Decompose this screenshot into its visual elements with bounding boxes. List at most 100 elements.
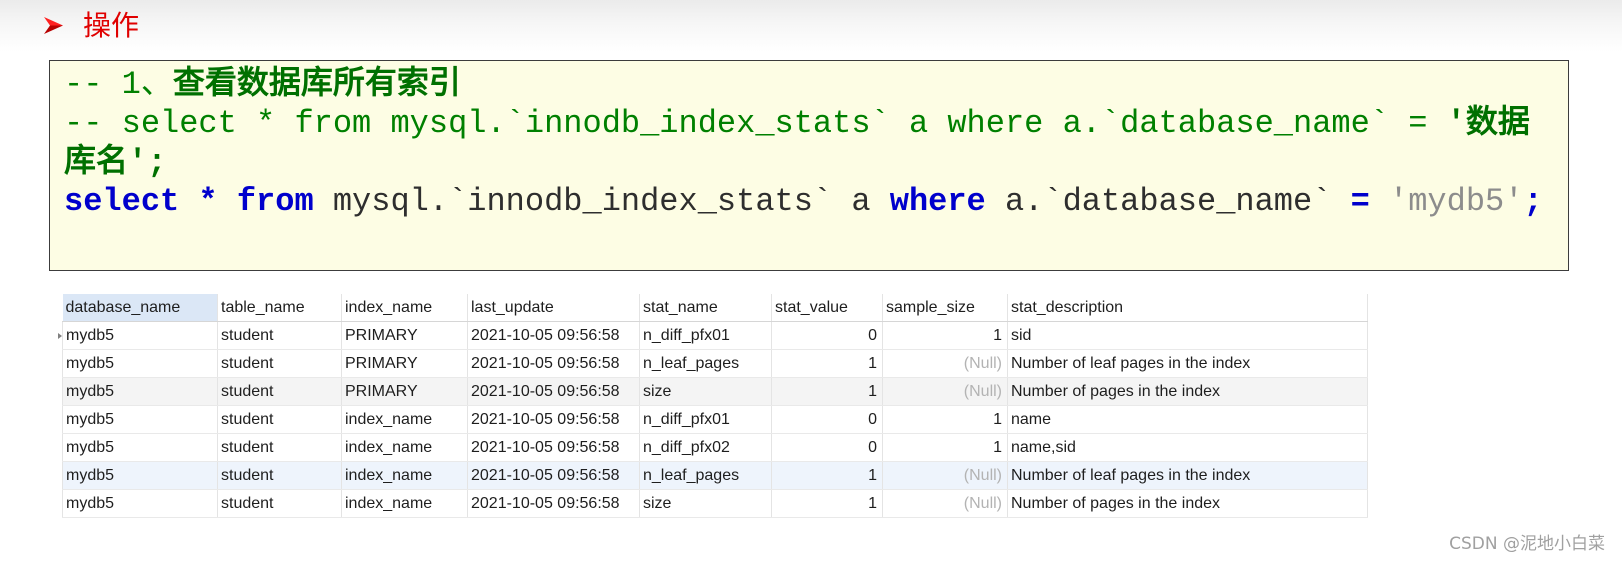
column-header-stat-value[interactable]: stat_value (771, 294, 883, 322)
cell-database-name[interactable]: mydb5 (62, 461, 218, 490)
cell-table-name[interactable]: student (217, 321, 342, 350)
cell-database-name[interactable]: mydb5 (62, 433, 218, 462)
arrow-bullet-icon (44, 17, 63, 34)
cell-last-update[interactable]: 2021-10-05 09:56:58 (467, 349, 640, 378)
cell-sample-size[interactable]: (Null) (882, 461, 1008, 490)
arrow-bullet-icon-graphic (44, 17, 63, 34)
cell-stat-name[interactable]: n_diff_pfx01 (639, 405, 772, 434)
cell-database-name[interactable]: mydb5 (62, 321, 218, 350)
sql-code-box: -- 1、查看数据库所有索引 -- select * from mysql.`in… (49, 60, 1569, 271)
cell-stat-value[interactable]: 1 (771, 461, 883, 490)
code-token-plain: mysql.`innodb_index_stats` a (313, 183, 890, 220)
cell-index-name[interactable]: index_name (341, 489, 468, 518)
result-grid: database_name table_name index_name last_up… (62, 294, 1368, 518)
cell-index-name[interactable]: index_name (341, 433, 468, 462)
result-grid-body: mydb5 student PRIMARY 2021-10-05 09:56:58 n_… (62, 321, 1368, 518)
cell-table-name[interactable]: student (217, 377, 342, 406)
code-token-keyword: ; (1523, 183, 1543, 220)
cell-sample-size[interactable]: (Null) (882, 377, 1008, 406)
code-token-string: 'mydb5' (1389, 183, 1524, 220)
table-row[interactable]: mydb5 student PRIMARY 2021-10-05 09:56:58 n_… (62, 349, 1368, 378)
cell-index-name[interactable]: index_name (341, 405, 468, 434)
cell-index-name[interactable]: PRIMARY (341, 321, 468, 350)
cell-stat-value[interactable]: 1 (771, 349, 883, 378)
cell-stat-name[interactable]: n_leaf_pages (639, 349, 772, 378)
cell-stat-description[interactable]: Number of leaf pages in the index (1007, 461, 1368, 490)
cell-last-update[interactable]: 2021-10-05 09:56:58 (467, 405, 640, 434)
column-header-stat-name[interactable]: stat_name (639, 294, 772, 322)
table-row[interactable]: mydb5 student PRIMARY 2021-10-05 09:56:58 si… (62, 377, 1368, 406)
column-header-index-name[interactable]: index_name (341, 294, 468, 322)
cell-stat-name[interactable]: n_diff_pfx01 (639, 321, 772, 350)
cell-last-update[interactable]: 2021-10-05 09:56:58 (467, 433, 640, 462)
cell-stat-description[interactable]: Number of pages in the index (1007, 377, 1368, 406)
table-row[interactable]: mydb5 student index_name 2021-10-05 09:56:5… (62, 405, 1368, 434)
table-row[interactable]: mydb5 student index_name 2021-10-05 09:56:5… (62, 489, 1368, 518)
cell-sample-size[interactable]: (Null) (882, 349, 1008, 378)
top-shade (0, 0, 1622, 52)
code-line: -- select * from mysql.`innodb_index_sta… (64, 104, 1568, 143)
cell-stat-name[interactable]: size (639, 377, 772, 406)
table-row[interactable]: mydb5 student index_name 2021-10-05 09:56:5… (62, 461, 1368, 490)
code-token-comment: -- 1、 (64, 66, 173, 103)
table-row[interactable]: mydb5 student index_name 2021-10-05 09:56:5… (62, 433, 1368, 462)
cell-sample-size[interactable]: 1 (882, 433, 1008, 462)
cell-last-update[interactable]: 2021-10-05 09:56:58 (467, 321, 640, 350)
cell-stat-description[interactable]: Number of pages in the index (1007, 489, 1368, 518)
row-indicator-icon (58, 333, 62, 339)
code-line: select * from mysql.`innodb_index_stats`… (64, 182, 1568, 221)
cell-sample-size[interactable]: (Null) (882, 489, 1008, 518)
cell-last-update[interactable]: 2021-10-05 09:56:58 (467, 461, 640, 490)
cell-index-name[interactable]: PRIMARY (341, 349, 468, 378)
column-header-sample-size[interactable]: sample_size (882, 294, 1008, 322)
cell-stat-value[interactable]: 0 (771, 433, 883, 462)
cell-database-name[interactable]: mydb5 (62, 349, 218, 378)
cell-database-name[interactable]: mydb5 (62, 377, 218, 406)
cell-table-name[interactable]: student (217, 489, 342, 518)
cell-stat-value[interactable]: 0 (771, 321, 883, 350)
cell-last-update[interactable]: 2021-10-05 09:56:58 (467, 377, 640, 406)
cell-sample-size[interactable]: 1 (882, 321, 1008, 350)
cell-table-name[interactable]: student (217, 405, 342, 434)
cell-stat-description[interactable]: name (1007, 405, 1368, 434)
code-token-comment-strong: '数据 (1446, 105, 1530, 142)
code-token-comment: -- select * from mysql.`innodb_index_sta… (64, 105, 1447, 142)
cell-sample-size[interactable]: 1 (882, 405, 1008, 434)
sql-code-content: -- 1、查看数据库所有索引 -- select * from mysql.`in… (64, 65, 1568, 221)
code-token-plain: a.`database_name` (985, 183, 1351, 220)
cell-index-name[interactable]: index_name (341, 461, 468, 490)
cell-index-name[interactable]: PRIMARY (341, 377, 468, 406)
cell-stat-description[interactable]: name,sid (1007, 433, 1368, 462)
watermark: CSDN @泥地小白菜 (1449, 534, 1605, 554)
code-line: 库名'; (64, 143, 1568, 182)
code-token-keyword: select (64, 183, 199, 220)
code-line: -- 1、查看数据库所有索引 (64, 65, 1568, 104)
code-token-comment-strong: 查看数据库所有索引 (172, 66, 461, 103)
column-header-table-name[interactable]: table_name (217, 294, 342, 322)
cell-stat-description[interactable]: Number of leaf pages in the index (1007, 349, 1368, 378)
cell-stat-value[interactable]: 1 (771, 377, 883, 406)
result-grid-header-row: database_name table_name index_name last_up… (62, 294, 1368, 322)
column-header-stat-description[interactable]: stat_description (1007, 294, 1368, 322)
code-token-keyword: * (198, 183, 237, 220)
table-row[interactable]: mydb5 student PRIMARY 2021-10-05 09:56:58 n_… (62, 321, 1368, 350)
code-token-keyword: = (1350, 183, 1390, 220)
cell-table-name[interactable]: student (217, 461, 342, 490)
cell-last-update[interactable]: 2021-10-05 09:56:58 (467, 489, 640, 518)
cell-stat-value[interactable]: 1 (771, 489, 883, 518)
section-title: 操作 (83, 9, 140, 42)
cell-stat-value[interactable]: 0 (771, 405, 883, 434)
cell-stat-description[interactable]: sid (1007, 321, 1368, 350)
cell-stat-name[interactable]: n_leaf_pages (639, 461, 772, 490)
cell-table-name[interactable]: student (217, 349, 342, 378)
code-token-comment-strong: 库名'; (64, 144, 167, 181)
cell-table-name[interactable]: student (217, 433, 342, 462)
cell-database-name[interactable]: mydb5 (62, 405, 218, 434)
column-header-database-name[interactable]: database_name (62, 294, 218, 322)
code-token-keyword: from (236, 183, 314, 220)
cell-stat-name[interactable]: n_diff_pfx02 (639, 433, 772, 462)
result-grid-header: database_name table_name index_name last_up… (62, 294, 1368, 322)
cell-database-name[interactable]: mydb5 (62, 489, 218, 518)
cell-stat-name[interactable]: size (639, 489, 772, 518)
column-header-last-update[interactable]: last_update (467, 294, 640, 322)
